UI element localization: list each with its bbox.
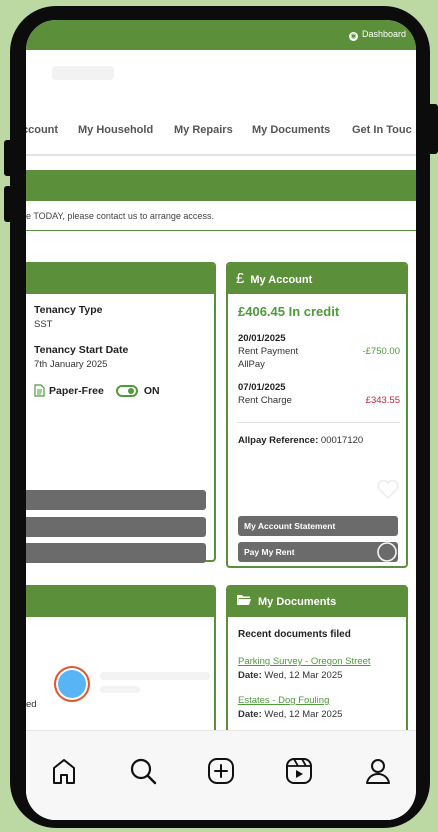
power-button — [424, 104, 438, 154]
paper-free-row: Paper-Free ON — [34, 384, 160, 397]
nav-my-account[interactable]: ccount — [26, 124, 58, 136]
account-statement-button[interactable]: My Account Statement — [238, 516, 398, 536]
nav-my-documents[interactable]: My Documents — [252, 124, 330, 136]
my-documents-title: My Documents — [258, 596, 337, 608]
pay-rent-button[interactable]: Pay My Rent — [238, 542, 398, 562]
dashboard-icon: ◉ — [348, 32, 358, 41]
heart-icon[interactable] — [376, 478, 400, 500]
nav-get-in-touch[interactable]: Get In Touc — [352, 124, 412, 136]
tx-row: Rent Payment -£750.00 — [238, 346, 400, 359]
volume-up-button — [4, 140, 16, 176]
tx-amount: £343.55 — [365, 395, 400, 406]
name-placeholder — [100, 672, 210, 680]
pound-icon: £ — [236, 270, 245, 287]
subtitle-placeholder — [100, 686, 140, 693]
phone-screen: ◉Dashboard ccount My Household My Repair… — [26, 20, 416, 820]
document-link[interactable]: Parking Survey - Oregon Street — [238, 656, 400, 667]
my-account-title: My Account — [250, 274, 313, 286]
paper-free-label: Paper-Free — [49, 384, 104, 397]
tx-desc: Rent Payment — [238, 346, 299, 357]
account-balance: £406.45 In credit — [238, 304, 340, 319]
tx-sub: AllPay — [238, 359, 265, 370]
my-account-card: £ My Account £406.45 In credit 20/01/2025… — [226, 262, 408, 568]
create-post-icon[interactable] — [205, 755, 237, 787]
tx-date: 20/01/2025 — [238, 333, 286, 344]
tenancy-card-header — [26, 264, 214, 294]
paper-free-state: ON — [143, 384, 160, 397]
document-date: Wed, 12 Mar 2025 — [264, 670, 343, 681]
reels-icon[interactable] — [283, 755, 315, 787]
recent-documents-title: Recent documents filed — [238, 629, 351, 640]
tenancy-type-label: Tenancy Type — [34, 304, 103, 316]
date-label: Date: — [238, 670, 262, 681]
household-card-header — [26, 587, 214, 617]
my-account-header: £ My Account — [228, 264, 406, 294]
tenancy-type-value: SST — [34, 319, 53, 330]
tenancy-start-value: 7th January 2025 — [34, 359, 108, 370]
comment-icon[interactable] — [376, 541, 398, 563]
tenancy-action-button-3[interactable] — [26, 543, 206, 563]
tenancy-details: Tenancy Type SST Tenancy Start Date 7th … — [34, 304, 160, 397]
profile-icon[interactable] — [362, 755, 394, 787]
tx-amount: -£750.00 — [362, 346, 400, 357]
avatar[interactable] — [54, 666, 90, 702]
tx-desc: Rent Charge — [238, 395, 292, 406]
nav-my-repairs[interactable]: My Repairs — [174, 124, 233, 136]
document-link[interactable]: Estates - Dog Fouling — [238, 695, 400, 706]
notice-header-band — [26, 170, 416, 201]
nav-my-household[interactable]: My Household — [78, 124, 153, 136]
reference-value: 00017120 — [320, 435, 364, 446]
bottom-nav — [26, 730, 416, 820]
my-documents-header: My Documents — [228, 587, 406, 617]
document-date-row: Date: Wed, 12 Mar 2025 — [238, 709, 400, 720]
logo-placeholder — [52, 66, 114, 80]
document-date: Wed, 12 Mar 2025 — [264, 709, 343, 720]
volume-down-button — [4, 186, 16, 222]
toggle-knob — [127, 387, 134, 394]
account-details: £406.45 In credit 20/01/2025 Rent Paymen… — [238, 304, 400, 446]
document-date-row: Date: Wed, 12 Mar 2025 — [238, 670, 400, 681]
top-bar: ◉ Dashboard — [26, 20, 416, 50]
paper-free-toggle[interactable] — [115, 384, 138, 397]
nav-divider — [26, 154, 416, 156]
reference-label: Allpay Reference: — [238, 435, 319, 446]
main-nav: ccount My Household My Repairs My Docume… — [26, 124, 416, 144]
folder-open-icon — [237, 595, 251, 605]
dashboard-link[interactable]: ◉ Dashboard — [348, 29, 406, 41]
tenancy-start-label: Tenancy Start Date — [34, 344, 129, 356]
documents-list: Recent documents filed Parking Survey - … — [238, 629, 400, 720]
document-title[interactable]: Estates - Dog Fouling — [238, 695, 329, 706]
search-icon[interactable] — [127, 755, 159, 787]
dashboard-label: Dashboard — [361, 29, 406, 39]
allpay-reference: Allpay Reference: 00017120 — [238, 422, 400, 446]
notice-text: e TODAY, please contact us to arrange ac… — [26, 211, 214, 221]
household-partial-text: ed — [26, 699, 37, 710]
date-label: Date: — [238, 709, 262, 720]
tenancy-action-button-2[interactable] — [26, 517, 206, 537]
home-icon[interactable] — [48, 755, 80, 787]
tx-date: 07/01/2025 — [238, 382, 286, 393]
access-notice: e TODAY, please contact us to arrange ac… — [26, 201, 416, 231]
tx-row: Rent Charge £343.55 — [238, 395, 400, 408]
document-icon — [34, 384, 45, 397]
document-title[interactable]: Parking Survey - Oregon Street — [238, 656, 371, 667]
tenancy-action-button-1[interactable] — [26, 490, 206, 510]
